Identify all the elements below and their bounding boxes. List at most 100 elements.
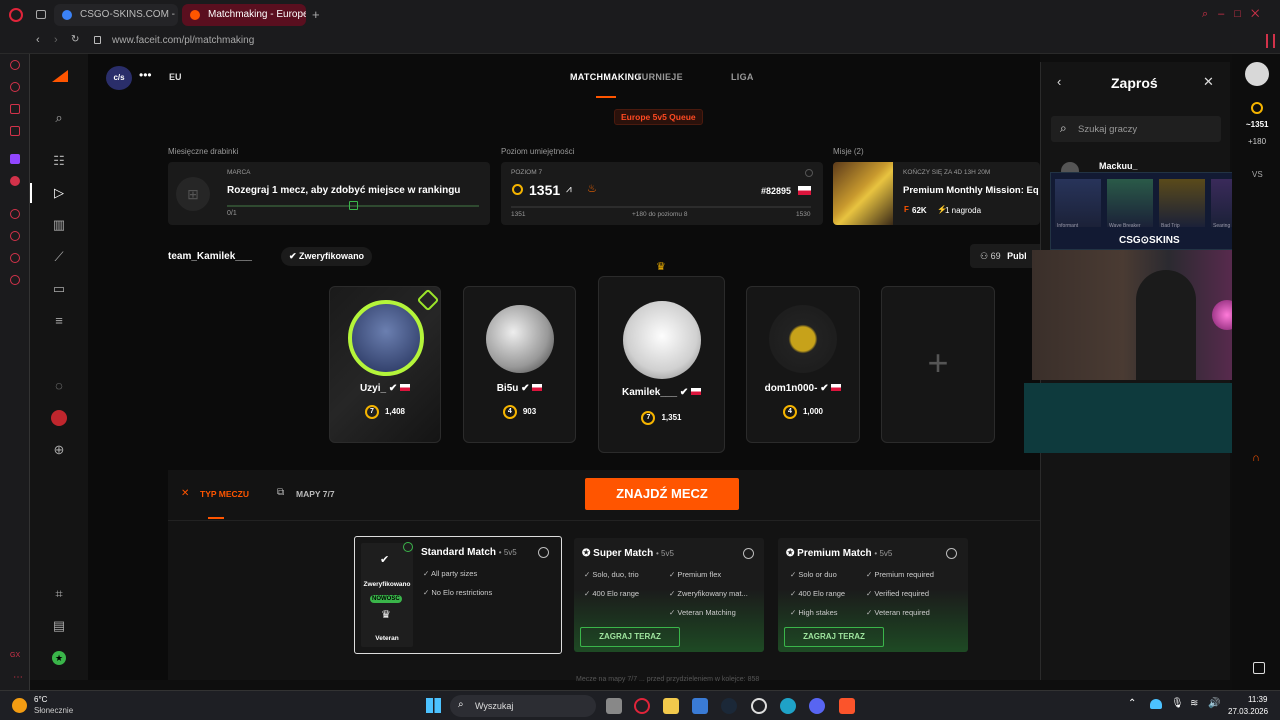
file-explorer-icon[interactable]	[663, 698, 679, 714]
faceit-logo-icon[interactable]	[52, 70, 68, 82]
more-icon[interactable]: ⋯	[13, 672, 23, 683]
tab-overview-icon[interactable]	[36, 10, 46, 19]
extensions-icon[interactable]	[10, 253, 20, 263]
brave-icon[interactable]	[839, 698, 855, 714]
empty-player-slot[interactable]: +	[881, 286, 995, 443]
task-view-icon[interactable]	[606, 698, 622, 714]
player-icon[interactable]	[10, 209, 20, 219]
friend-name[interactable]: Mackuu_	[1099, 161, 1138, 171]
tab-matchmaking[interactable]: Matchmaking - Europe 5v	[182, 4, 306, 26]
forward-icon[interactable]: ›	[54, 34, 58, 46]
public-party-toggle[interactable]: ⚇ 69 Publ	[970, 244, 1040, 268]
player-card[interactable]: Kamilek___ ✔ 7 1,351	[598, 276, 725, 453]
back-icon[interactable]: ‹	[36, 34, 40, 46]
windows-start-icon[interactable]	[426, 698, 441, 713]
mail-icon[interactable]	[10, 126, 20, 136]
info-icon[interactable]	[805, 169, 813, 177]
close-icon[interactable]: ✕	[1203, 74, 1214, 90]
opera-logo-icon[interactable]	[9, 8, 23, 22]
shop-icon[interactable]: ▤	[52, 619, 66, 633]
trend-icon: ⩘	[566, 184, 572, 195]
info-icon[interactable]	[743, 548, 754, 559]
mode-super-card[interactable]: ✪ Super Match • 5v5 Solo, duo, trio Prem…	[574, 538, 764, 652]
tab-matchmaking[interactable]: MATCHMAKING	[570, 72, 642, 82]
chat-panel-icon[interactable]	[1253, 662, 1265, 674]
tray-network-icon[interactable]	[1150, 699, 1162, 709]
play-icon[interactable]: ▷	[52, 186, 66, 200]
club-icon[interactable]: ◌	[52, 379, 66, 393]
maximize-icon[interactable]: □	[1234, 8, 1251, 20]
clock-time[interactable]: 11:39	[1248, 695, 1267, 704]
check-circle-icon	[403, 542, 413, 552]
play-now-button[interactable]: ZAGRAJ TERAZ	[580, 627, 680, 647]
store-icon[interactable]	[692, 698, 708, 714]
play-now-button[interactable]: ZAGRAJ TERAZ	[784, 627, 884, 647]
team-avatar-icon[interactable]	[51, 410, 67, 426]
leaderboard-icon[interactable]: ▥	[52, 218, 66, 232]
region-label[interactable]: EU	[169, 72, 182, 82]
mode-premium-card[interactable]: ✪ Premium Match • 5v5 Solo or duo Premiu…	[778, 538, 968, 652]
reload-icon[interactable]: ↻	[71, 34, 79, 45]
back-icon[interactable]: ‹	[1057, 74, 1061, 89]
screenshot-icon[interactable]: ⌗	[52, 587, 66, 601]
video-icon[interactable]: ▭	[52, 282, 66, 296]
steam-icon[interactable]	[721, 698, 737, 714]
opera-gx-icon[interactable]	[634, 698, 650, 714]
main-content: c/s ••• EU MATCHMAKING TURNIEJE LIGA Eur…	[88, 54, 1040, 683]
close-icon[interactable]: ✕	[1251, 8, 1269, 20]
ai-icon[interactable]	[10, 82, 20, 92]
points-icon: F	[904, 205, 909, 214]
tab-turnieje[interactable]: TURNIEJE	[636, 72, 683, 82]
sidebar-toggle-icon[interactable]	[1266, 34, 1275, 48]
discord-icon[interactable]	[809, 698, 825, 714]
chat-icon[interactable]	[10, 104, 20, 114]
player-card[interactable]: Bi5u ✔ 4 903	[463, 286, 576, 443]
taskbar-search[interactable]: ⌕ Wyszukaj	[450, 695, 596, 717]
player-search-field[interactable]: ⌕ Szukaj graczy	[1051, 116, 1221, 142]
microphone-icon[interactable]: 🎙	[1171, 698, 1184, 709]
chatgpt-icon[interactable]	[751, 698, 767, 714]
org-logo[interactable]: c/s	[106, 66, 132, 90]
tab-csgo-skins[interactable]: CSGO-SKINS.COM - Najle	[54, 4, 178, 26]
wifi-icon[interactable]: ≋	[1190, 698, 1198, 709]
skill-max: 1530	[796, 211, 811, 218]
mode-standard-card[interactable]: ✔ Zweryfikowano NOWOŚĆ ♛ Veteran Standar…	[354, 536, 562, 654]
tab-liga[interactable]: LIGA	[731, 72, 754, 82]
headset-icon[interactable]: ∩	[1252, 452, 1260, 464]
info-icon[interactable]	[946, 548, 957, 559]
find-players-icon[interactable]: ☷	[52, 154, 66, 168]
search-icon[interactable]: ⌕	[1202, 8, 1218, 20]
settings-icon[interactable]	[10, 275, 20, 285]
tray-chevron-icon[interactable]: ⌃	[1128, 698, 1136, 709]
gx-icon[interactable]: GX	[10, 652, 20, 659]
player-name: dom1n000- ✔	[747, 383, 859, 394]
player-card[interactable]: dom1n000- ✔ 4 1,000	[746, 286, 860, 443]
add-circle-icon[interactable]: ⊕	[52, 443, 66, 457]
star-icon[interactable]: ★	[52, 651, 66, 665]
more-icon[interactable]: •••	[139, 68, 152, 82]
info-icon[interactable]	[538, 547, 549, 558]
tab-match-type[interactable]: TYP MECZU	[200, 489, 249, 499]
stats-icon[interactable]: ⟋	[52, 250, 66, 264]
search-icon[interactable]: ⌕	[52, 111, 66, 125]
user-avatar[interactable]	[1245, 62, 1269, 86]
player-card[interactable]: Uzyi_ ✔ 7 1,408	[329, 286, 441, 443]
mission-card[interactable]: KOŃCZY SIĘ ZA 4D 13H 20M Premium Monthly…	[833, 162, 1040, 225]
skill-to-next: +180 do poziomu 8	[632, 211, 688, 218]
history-icon[interactable]	[10, 231, 20, 241]
find-match-button[interactable]: ZNAJDŹ MECZ	[585, 478, 739, 510]
youtube-icon[interactable]	[10, 176, 20, 186]
messenger-icon[interactable]	[10, 60, 20, 70]
feed-icon[interactable]: ≡	[52, 314, 66, 328]
ladder-card[interactable]: ⊞ MARCA Rozegraj 1 mecz, aby zdobyć miej…	[168, 162, 490, 225]
skin-tile	[1055, 179, 1101, 227]
new-tab-button[interactable]: +	[312, 7, 320, 22]
tab-maps[interactable]: MAPY 7/7	[296, 489, 335, 499]
minimize-icon[interactable]: –	[1218, 8, 1234, 20]
clock-date[interactable]: 27.03.2026	[1228, 707, 1268, 716]
volume-icon[interactable]: 🔊	[1208, 698, 1220, 709]
twitch-icon[interactable]	[10, 154, 20, 164]
edge-icon[interactable]	[780, 698, 796, 714]
url-field[interactable]: www.faceit.com/pl/matchmaking	[112, 35, 254, 46]
skill-card[interactable]: POZIOM 7 1351 ⩘ ♨ #82895 1351 +180 do po…	[501, 162, 823, 225]
